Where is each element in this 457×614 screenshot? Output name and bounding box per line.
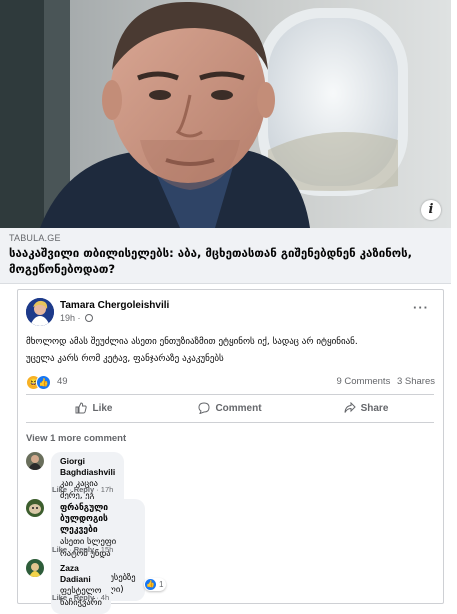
- reaction-count: 49: [57, 376, 68, 387]
- link-domain: TABULA.GE: [9, 233, 61, 243]
- commenter-avatar-image: [26, 499, 44, 517]
- like-button[interactable]: Like: [26, 397, 162, 419]
- post-text-line: უცელა კარს რომ კეტავ, ფანჯარაზე აკაკუნებ…: [26, 354, 224, 364]
- divider: [26, 422, 434, 423]
- comment-like-count: 1: [159, 580, 164, 589]
- share-button[interactable]: Share: [298, 397, 434, 419]
- engagement-counts: 9 Comments 3 Shares: [332, 376, 435, 387]
- embedded-post: Tamara Chergoleishvili 19h · ··· მხოლოდ …: [17, 289, 444, 614]
- post-actions: Like Comment Share: [26, 397, 434, 419]
- comment-actions: Like · Reply · 17h: [52, 485, 114, 494]
- commenter-name[interactable]: Giorgi Baghdiashvili: [60, 456, 115, 478]
- comments-count[interactable]: 9 Comments: [336, 376, 390, 387]
- post-text: მხოლოდ ამას შეუძლია ასეთი ენთუზიაზმით ეტ…: [26, 334, 436, 368]
- comment-icon: [198, 402, 210, 414]
- thumbs-up-icon: [75, 402, 88, 414]
- info-icon[interactable]: i: [421, 200, 441, 220]
- commenter-avatar-image: [26, 452, 44, 470]
- view-more-comments[interactable]: View 1 more comment: [26, 433, 126, 444]
- comment-actions: Like · Reply · 15h: [52, 545, 114, 554]
- article-photo[interactable]: i: [0, 0, 451, 228]
- comment-label: Comment: [215, 402, 262, 414]
- comment-like-link[interactable]: Like: [52, 485, 67, 494]
- author-avatar-image: [26, 298, 54, 326]
- comment-reply-link[interactable]: Reply: [74, 593, 94, 602]
- share-label: Share: [360, 402, 389, 414]
- commenter-avatar[interactable]: [26, 499, 44, 517]
- comment-time[interactable]: 17h: [101, 485, 114, 494]
- divider: [26, 394, 434, 395]
- link-preview-meta[interactable]: TABULA.GE სააკაშვილი თბილისელებს: აბა, მ…: [0, 228, 451, 284]
- comment-reply-link[interactable]: Reply: [74, 485, 94, 494]
- commenter-avatar-image: [26, 559, 44, 577]
- commenter-avatar[interactable]: [26, 452, 44, 470]
- link-headline[interactable]: სააკაშვილი თბილისელებს: აბა, მცხეთასთან …: [9, 245, 439, 277]
- post-time[interactable]: 19h: [60, 313, 75, 323]
- more-options-icon[interactable]: ···: [413, 300, 429, 315]
- meta-separator: ·: [77, 313, 81, 323]
- globe-icon: [85, 314, 94, 322]
- comment-reaction-badge[interactable]: 👍 1: [144, 578, 167, 591]
- post-meta: 19h ·: [60, 313, 94, 323]
- article-photo-image: [0, 0, 451, 228]
- post-text-line: მხოლოდ ამას შეუძლია ასეთი ენთუზიაზმით ეტ…: [26, 337, 358, 347]
- commenter-name[interactable]: ფრანგული ბულდოგის ლეკვები: [60, 503, 136, 536]
- comment-time[interactable]: 15h: [101, 545, 114, 554]
- share-icon: [344, 402, 356, 413]
- comment-like-link[interactable]: Like: [52, 545, 67, 554]
- comment-actions: Like · Reply · 4h: [52, 593, 110, 602]
- commenter-name[interactable]: Zaza Dadiani: [60, 563, 102, 585]
- comment-like-link[interactable]: Like: [52, 593, 67, 602]
- comment-reply-link[interactable]: Reply: [74, 545, 94, 554]
- like-icon: 👍: [36, 375, 51, 390]
- like-icon: 👍: [145, 579, 156, 590]
- like-label: Like: [92, 402, 113, 414]
- comment-time[interactable]: 4h: [101, 593, 109, 602]
- author-avatar[interactable]: [26, 298, 54, 326]
- author-name[interactable]: Tamara Chergoleishvili: [60, 300, 169, 311]
- commenter-avatar[interactable]: [26, 559, 44, 577]
- comment-button[interactable]: Comment: [162, 397, 298, 419]
- shares-count[interactable]: 3 Shares: [397, 376, 435, 387]
